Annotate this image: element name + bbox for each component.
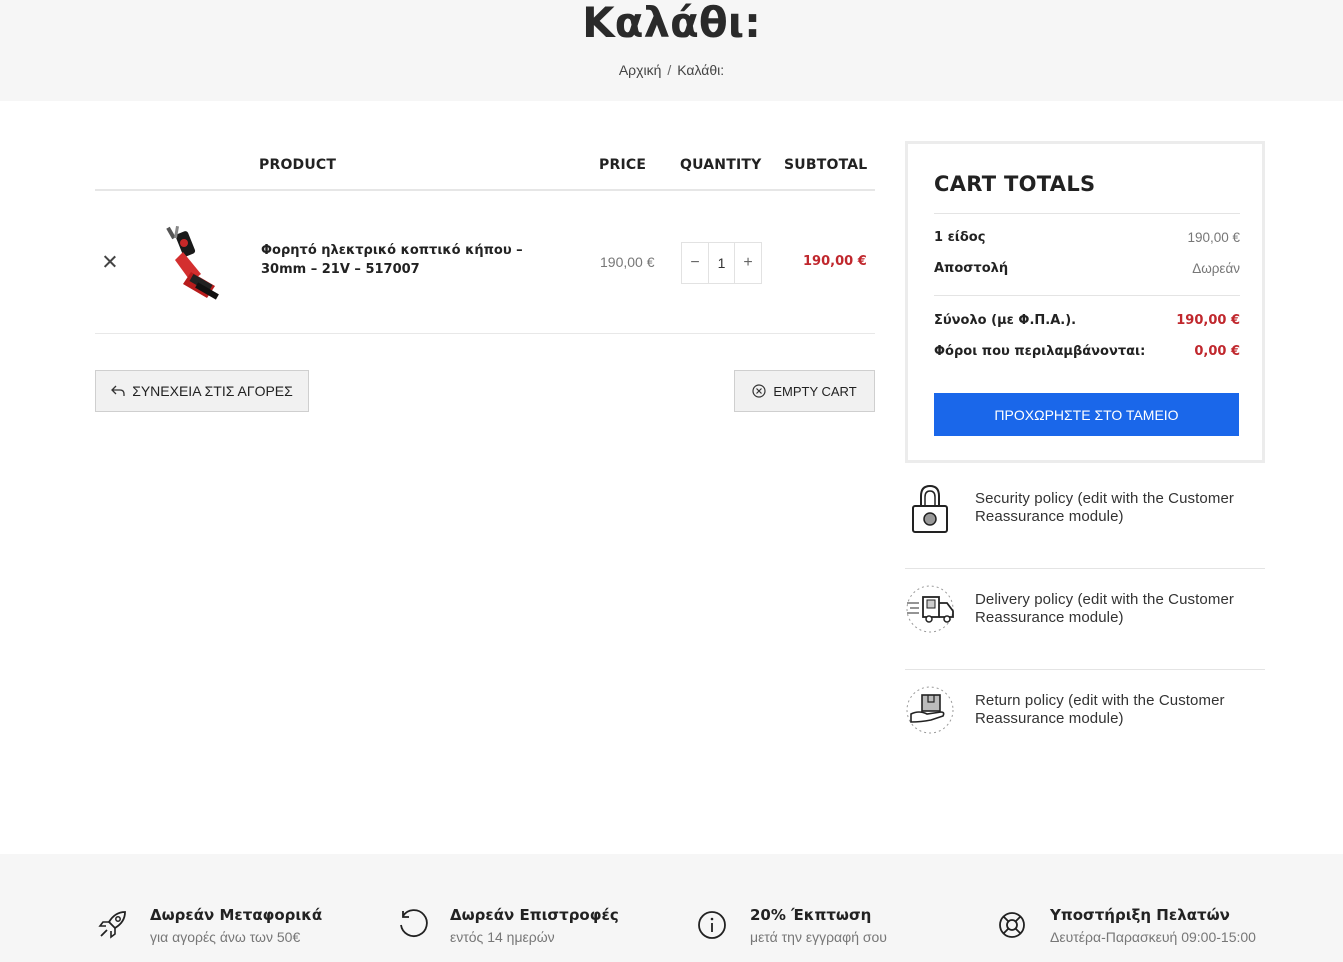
info-icon bbox=[698, 911, 726, 939]
cart-totals-panel: CART TOTALS 1 είδος 190,00 € Αποστολή Δω… bbox=[905, 141, 1265, 463]
page-title: Καλάθι: bbox=[582, 0, 761, 47]
return-arrow-icon bbox=[111, 385, 125, 396]
item-price: 190,00 € bbox=[600, 254, 655, 270]
quantity-stepper: − 1 + bbox=[681, 242, 762, 284]
totals-label: Φόροι που περιλαμβάνονται: bbox=[934, 344, 1146, 359]
totals-value: 190,00 € bbox=[1176, 313, 1240, 328]
delivery-truck-icon bbox=[906, 585, 954, 633]
feature-title: Υποστήριξη Πελατών bbox=[1050, 906, 1230, 924]
feature-free-returns: Δωρεάν Επιστροφές εντός 14 ημερών bbox=[397, 906, 697, 950]
feature-subtitle: για αγορές άνω των 50€ bbox=[150, 929, 301, 945]
totals-value: 0,00 € bbox=[1194, 344, 1240, 359]
totals-row-shipping: Αποστολή Δωρεάν bbox=[934, 261, 1240, 276]
quantity-input[interactable]: 1 bbox=[708, 243, 735, 283]
continue-shopping-label: ΣΥΝΕΧΕΙΑ ΣΤΙΣ ΑΓΟΡΕΣ bbox=[132, 383, 293, 399]
totals-label: Σύνολο (με Φ.Π.Α.). bbox=[934, 313, 1077, 328]
cart-table: PRODUCT PRICE QUANTITY SUBTOTAL Φορητό η… bbox=[95, 140, 875, 334]
product-thumbnail[interactable] bbox=[157, 226, 227, 301]
feature-support: Υποστήριξη Πελατών Δευτέρα-Παρασκευή 09:… bbox=[997, 906, 1297, 950]
divider bbox=[934, 213, 1240, 214]
breadcrumb-separator: / bbox=[667, 62, 672, 78]
feature-title: Δωρεάν Μεταφορικά bbox=[150, 906, 323, 924]
cart-table-header: PRODUCT PRICE QUANTITY SUBTOTAL bbox=[95, 140, 875, 191]
item-subtotal: 190,00 € bbox=[803, 254, 867, 269]
feature-free-shipping: Δωρεάν Μεταφορικά για αγορές άνω των 50€ bbox=[97, 906, 397, 950]
circle-close-icon bbox=[752, 384, 766, 398]
divider bbox=[934, 295, 1240, 296]
feature-subtitle: εντός 14 ημερών bbox=[450, 929, 555, 945]
reassurance-security: Security policy (edit with the Customer … bbox=[905, 468, 1265, 569]
quantity-increase-button[interactable]: + bbox=[735, 243, 761, 283]
breadcrumb: Αρχική / Καλάθι: bbox=[0, 62, 1343, 78]
feature-discount: 20% Έκπτωση μετά την εγγραφή σου bbox=[697, 906, 997, 950]
proceed-to-checkout-button[interactable]: ΠΡΟΧΩΡΗΣΤΕ ΣΤΟ ΤΑΜΕΙΟ bbox=[934, 393, 1239, 436]
breadcrumb-home-link[interactable]: Αρχική bbox=[619, 62, 662, 78]
reassurance-text: Return policy (edit with the Customer Re… bbox=[975, 692, 1225, 727]
feature-title: Δωρεάν Επιστροφές bbox=[450, 906, 619, 924]
padlock-icon bbox=[912, 484, 948, 533]
totals-row-items: 1 είδος 190,00 € bbox=[934, 230, 1240, 245]
column-header-price: PRICE bbox=[599, 157, 647, 173]
return-package-icon bbox=[906, 686, 954, 734]
totals-row-taxes: Φόροι που περιλαμβάνονται: 0,00 € bbox=[934, 344, 1240, 359]
reassurance-text: Delivery policy (edit with the Customer … bbox=[975, 591, 1234, 626]
cart-item-row: Φορητό ηλεκτρικό κοπτικό κήπου – 30mm – … bbox=[95, 191, 875, 334]
page-header: Καλάθι: Αρχική / Καλάθι: bbox=[0, 0, 1343, 101]
reassurance-delivery: Delivery policy (edit with the Customer … bbox=[905, 569, 1265, 670]
continue-shopping-button[interactable]: ΣΥΝΕΧΕΙΑ ΣΤΙΣ ΑΓΟΡΕΣ bbox=[95, 370, 309, 412]
quantity-decrease-button[interactable]: − bbox=[682, 243, 708, 283]
empty-cart-button[interactable]: EMPTY CART bbox=[734, 370, 875, 412]
reassurance-text: Security policy (edit with the Customer … bbox=[975, 490, 1234, 525]
totals-row-total: Σύνολο (με Φ.Π.Α.). 190,00 € bbox=[934, 313, 1240, 328]
rotate-icon bbox=[400, 909, 428, 937]
product-name-link[interactable]: Φορητό ηλεκτρικό κοπτικό κήπου – 30mm – … bbox=[261, 241, 571, 279]
lifebuoy-icon bbox=[999, 912, 1025, 938]
cart-totals-title: CART TOTALS bbox=[934, 172, 1096, 196]
column-header-quantity: QUANTITY bbox=[680, 157, 762, 173]
totals-value: 190,00 € bbox=[1187, 230, 1240, 245]
feature-title: 20% Έκπτωση bbox=[750, 906, 872, 924]
footer-features: Δωρεάν Μεταφορικά για αγορές άνω των 50€… bbox=[0, 854, 1343, 962]
reassurance-return: Return policy (edit with the Customer Re… bbox=[905, 670, 1265, 771]
totals-value: Δωρεάν bbox=[1192, 261, 1240, 276]
column-header-subtotal: SUBTOTAL bbox=[784, 157, 868, 173]
feature-subtitle: μετά την εγγραφή σου bbox=[750, 929, 887, 945]
remove-item-button[interactable] bbox=[101, 253, 119, 271]
breadcrumb-current: Καλάθι: bbox=[677, 62, 725, 78]
totals-label: 1 είδος bbox=[934, 230, 986, 245]
empty-cart-label: EMPTY CART bbox=[773, 383, 857, 399]
column-header-product: PRODUCT bbox=[259, 157, 337, 173]
totals-label: Αποστολή bbox=[934, 261, 1009, 276]
rocket-icon bbox=[98, 911, 126, 939]
feature-subtitle: Δευτέρα-Παρασκευή 09:00-15:00 bbox=[1050, 929, 1256, 945]
